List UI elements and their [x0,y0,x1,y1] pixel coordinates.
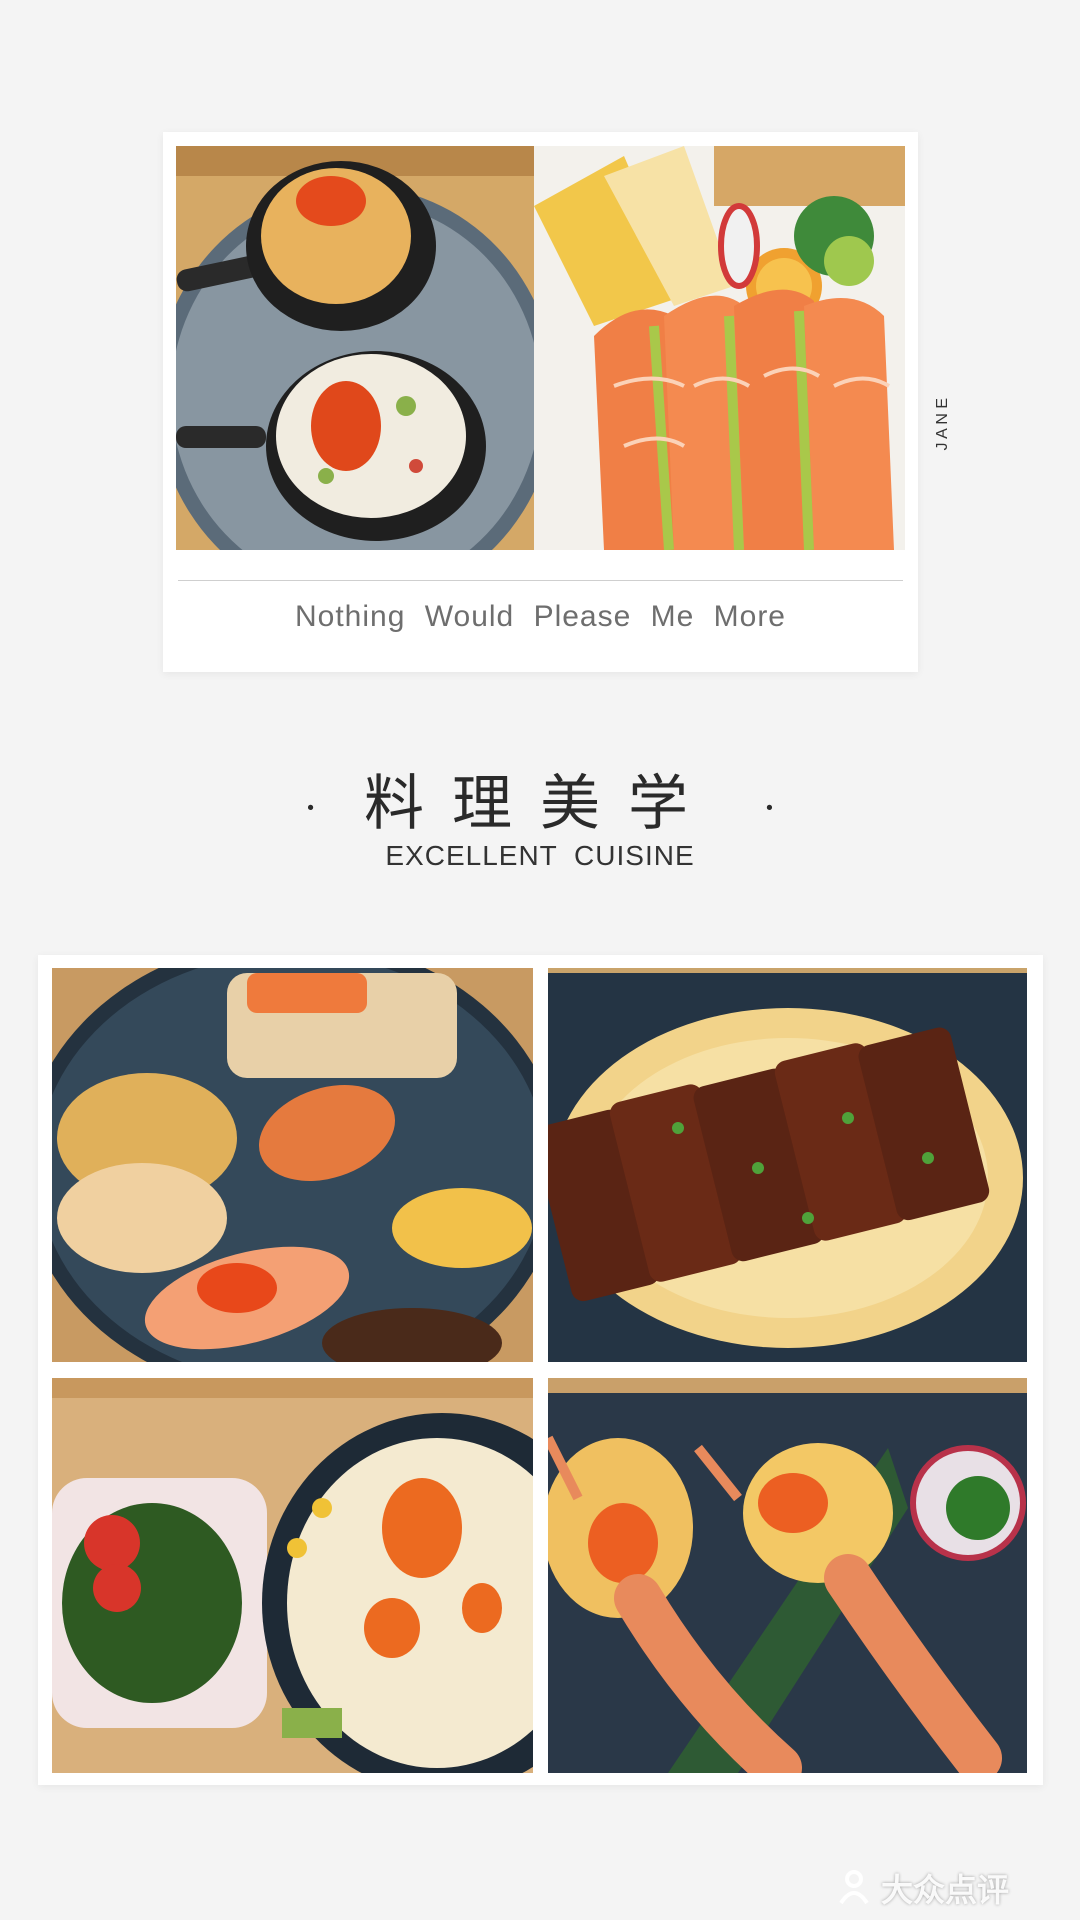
watermark-text: 大众点评 [881,1871,1010,1909]
sushi-rolls-platter-photo[interactable] [52,968,533,1362]
section-title: · 料理美学 · [0,755,1080,842]
polaroid-caption: Nothing Would Please Me More [295,600,786,633]
dianping-logo-icon [839,1870,869,1905]
section-title-cn: 料理美学 [364,769,716,839]
baked-prawns-photo[interactable] [548,1378,1027,1773]
grilled-eel-photo[interactable] [548,968,1027,1362]
caption-divider [178,580,903,581]
section-subtitle-en: EXCELLENT CUISINE [385,840,695,871]
salmon-sashimi-photo[interactable] [534,146,905,550]
dianping-watermark: 大众点评 [835,1868,1065,1909]
side-vertical-text: J A N E [930,398,954,450]
scallop-gratin-spoons-photo[interactable] [176,146,534,550]
side-text-label: J A N E [934,398,951,451]
title-dot-right: · [763,785,776,832]
title-dot-left: · [304,785,317,832]
seaweed-and-potato-salad-photo[interactable] [52,1378,533,1773]
